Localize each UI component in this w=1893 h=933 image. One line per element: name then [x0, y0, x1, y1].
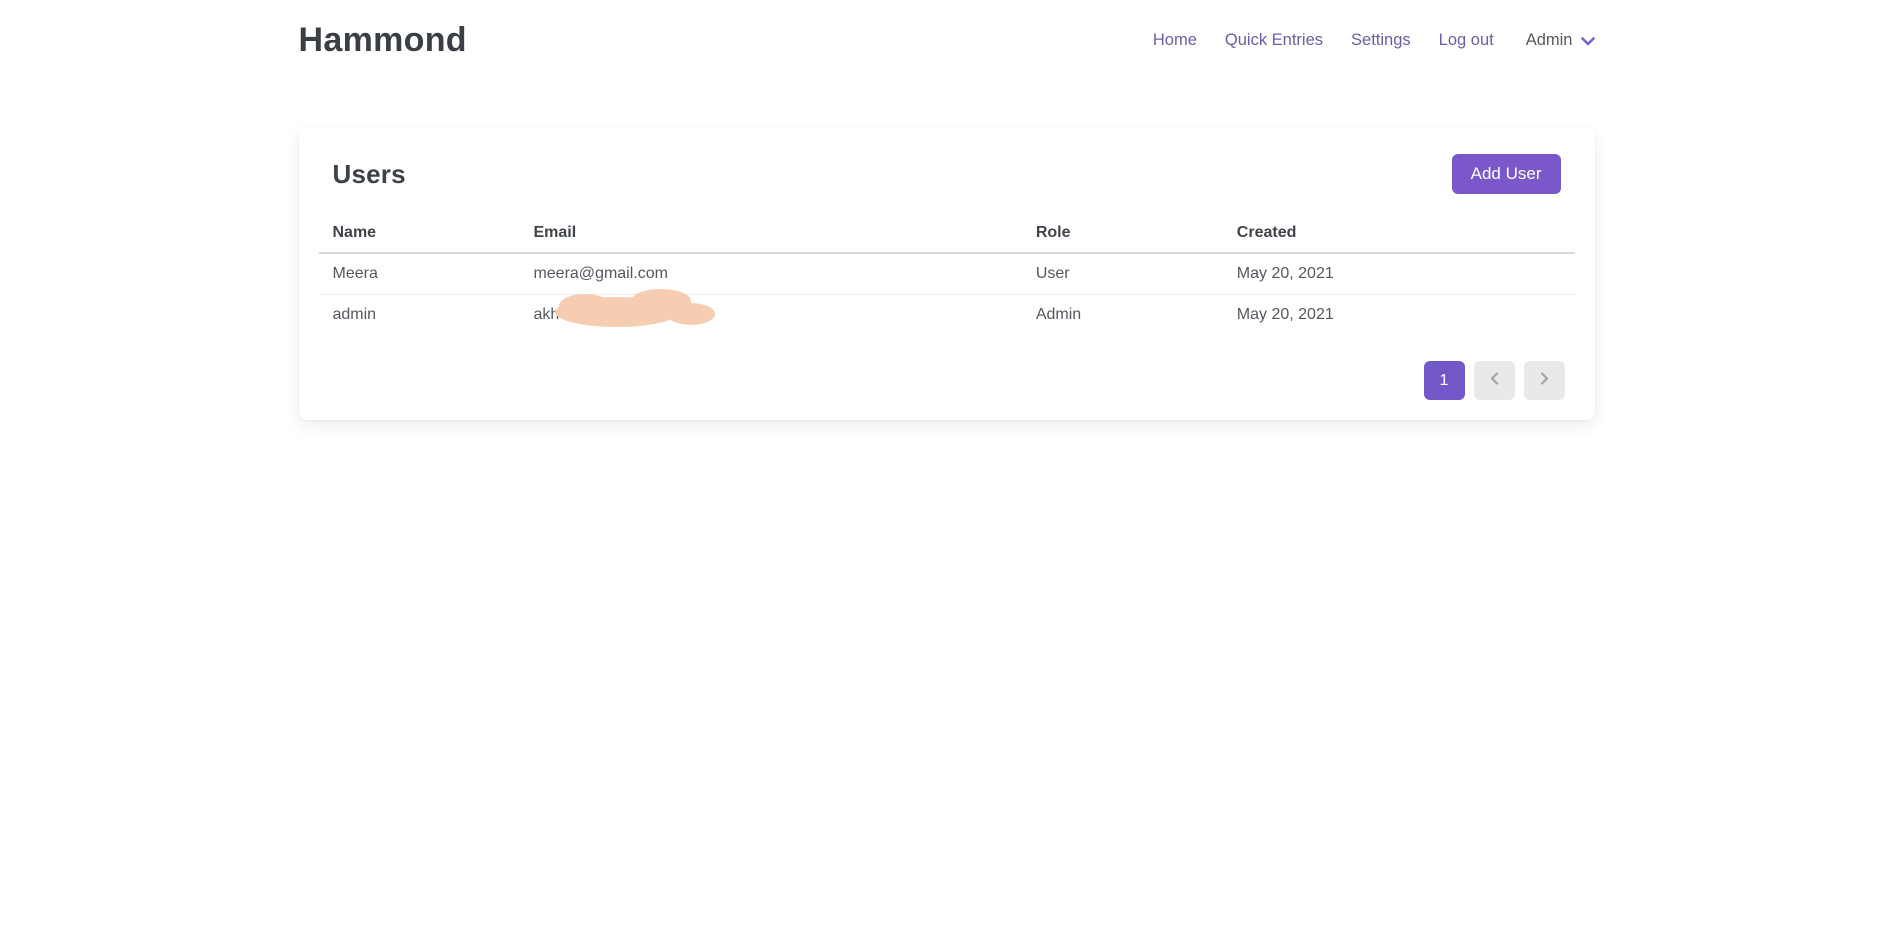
cell-role: User	[1022, 253, 1223, 295]
users-card: Users Add User Name Email Role Created M…	[299, 128, 1595, 420]
brand-logo[interactable]: Hammond	[299, 21, 467, 60]
cell-email-text: akh	[533, 306, 559, 323]
pagination-prev-button[interactable]	[1474, 361, 1515, 400]
user-menu-label: Admin	[1526, 31, 1573, 50]
column-header-email: Email	[519, 214, 1021, 253]
table-row: Meera meera@gmail.com User May 20, 2021	[319, 253, 1575, 295]
nav-link-home[interactable]: Home	[1153, 31, 1197, 50]
user-menu-toggle[interactable]: Admin	[1526, 30, 1595, 51]
users-table: Name Email Role Created Meera meera@gmai…	[319, 214, 1575, 335]
chevron-down-icon	[1581, 33, 1595, 51]
pagination-next-button[interactable]	[1524, 361, 1565, 400]
nav-link-logout[interactable]: Log out	[1439, 31, 1494, 50]
add-user-button[interactable]: Add User	[1452, 154, 1561, 194]
cell-email: akh	[519, 295, 1021, 336]
cell-name: Meera	[319, 253, 520, 295]
top-navbar: Hammond Home Quick Entries Settings Log …	[0, 0, 1893, 80]
nav-link-quick-entries[interactable]: Quick Entries	[1225, 31, 1323, 50]
cell-name: admin	[319, 295, 520, 336]
page-button-1[interactable]: 1	[1424, 361, 1465, 400]
column-header-name: Name	[319, 214, 520, 253]
users-card-header: Users Add User	[319, 154, 1575, 194]
column-header-role: Role	[1022, 214, 1223, 253]
pagination: 1	[319, 361, 1575, 400]
cell-created: May 20, 2021	[1223, 253, 1575, 295]
column-header-created: Created	[1223, 214, 1575, 253]
table-header-row: Name Email Role Created	[319, 214, 1575, 253]
main-nav: Home Quick Entries Settings Log out Admi…	[1153, 30, 1595, 51]
cell-role: Admin	[1022, 295, 1223, 336]
cell-created: May 20, 2021	[1223, 295, 1575, 336]
chevron-left-icon	[1490, 372, 1499, 390]
main-content: Users Add User Name Email Role Created M…	[299, 128, 1595, 420]
nav-link-settings[interactable]: Settings	[1351, 31, 1411, 50]
table-row: admin akh	[319, 295, 1575, 336]
cell-email: meera@gmail.com	[519, 253, 1021, 295]
page-title: Users	[333, 159, 406, 190]
chevron-right-icon	[1540, 372, 1549, 390]
